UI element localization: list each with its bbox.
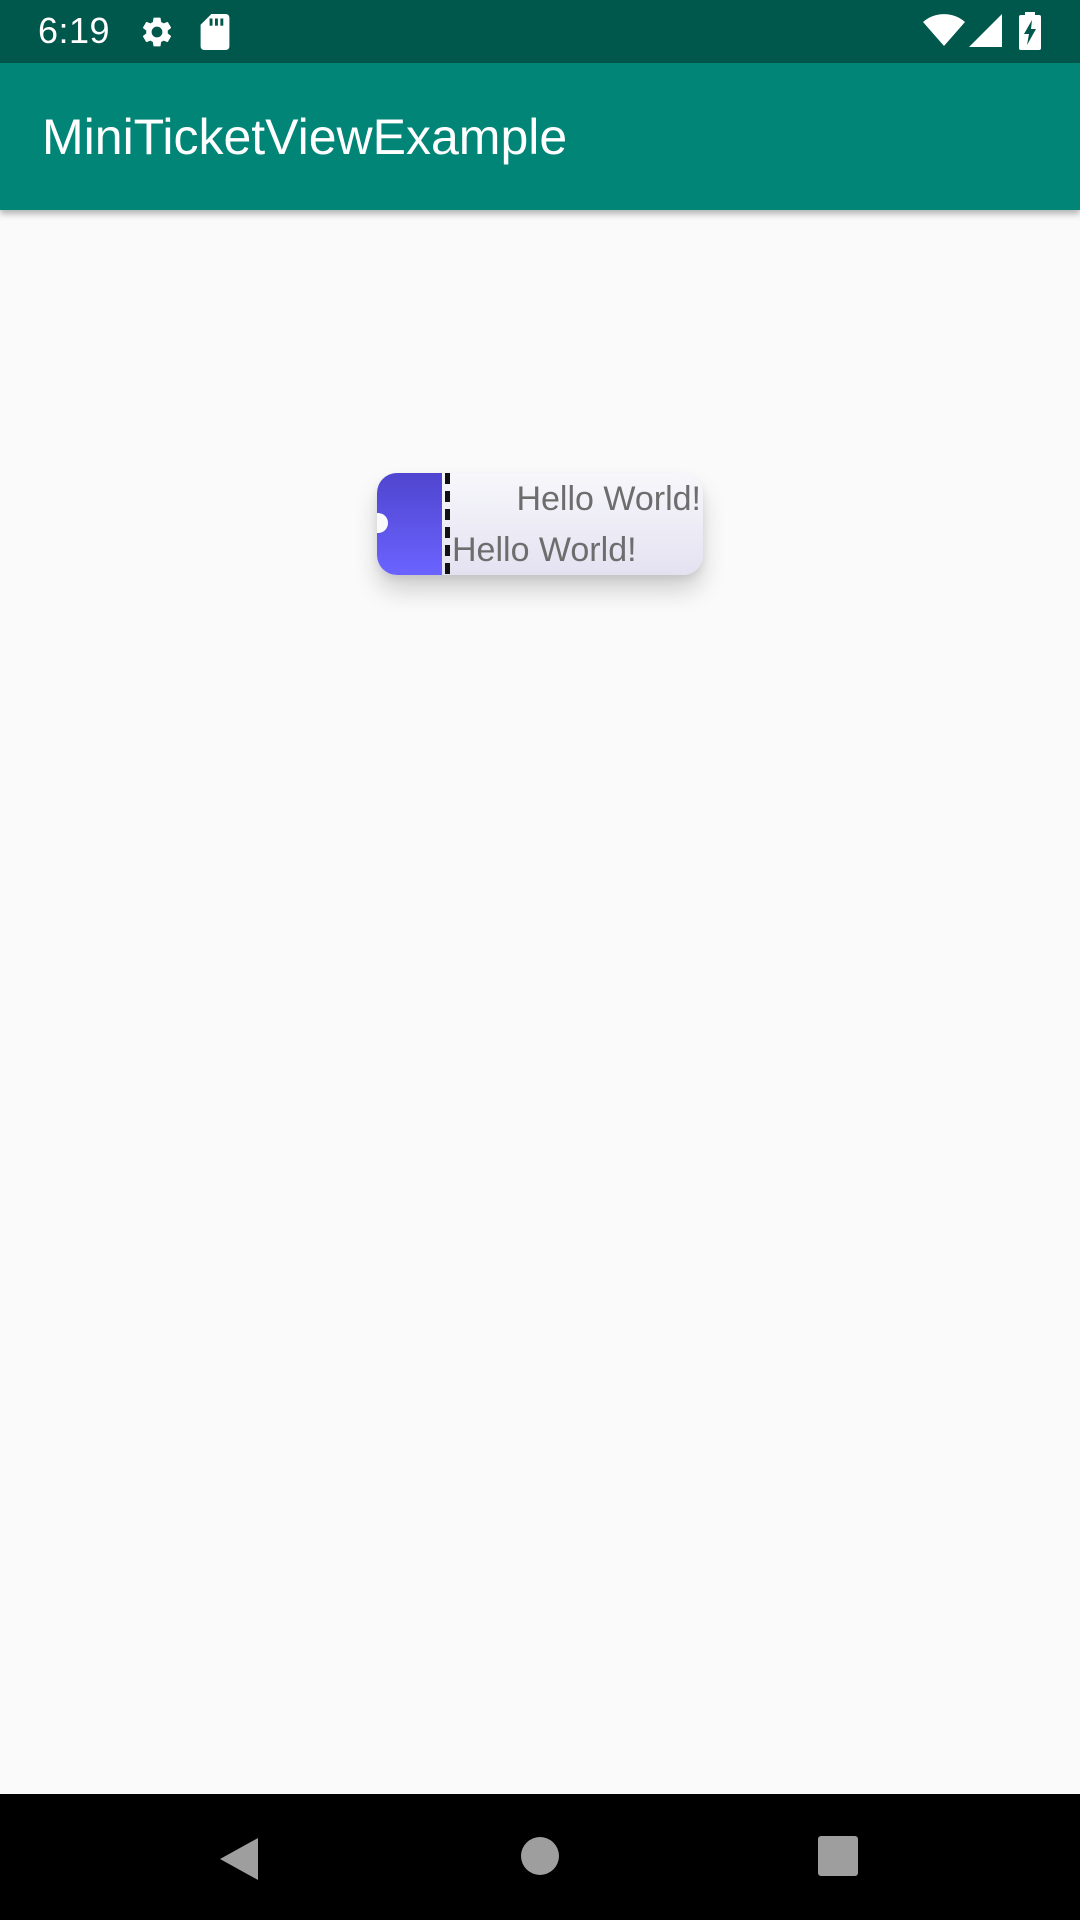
ticket-text-line-1: Hello World! bbox=[516, 480, 701, 518]
recents-icon[interactable] bbox=[818, 1836, 858, 1876]
cell-signal-icon bbox=[969, 14, 1002, 47]
status-bar: 6:19 bbox=[0, 0, 1080, 63]
battery-charging-icon bbox=[1019, 12, 1041, 50]
ticket-divider bbox=[445, 473, 450, 575]
app-bar: MiniTicketViewExample bbox=[0, 63, 1080, 210]
content-area: Hello World! Hello World! bbox=[0, 210, 1080, 1794]
status-time: 6:19 bbox=[38, 10, 111, 51]
navigation-bar bbox=[0, 1794, 1080, 1920]
ticket-text-line-2: Hello World! bbox=[452, 531, 637, 569]
wifi-icon bbox=[923, 14, 965, 46]
app-title: MiniTicketViewExample bbox=[42, 109, 568, 165]
mini-ticket-view: Hello World! Hello World! bbox=[377, 473, 703, 575]
back-icon[interactable] bbox=[218, 1836, 260, 1882]
home-icon[interactable] bbox=[520, 1836, 560, 1876]
sd-card-icon bbox=[200, 14, 230, 50]
settings-icon bbox=[142, 17, 172, 47]
